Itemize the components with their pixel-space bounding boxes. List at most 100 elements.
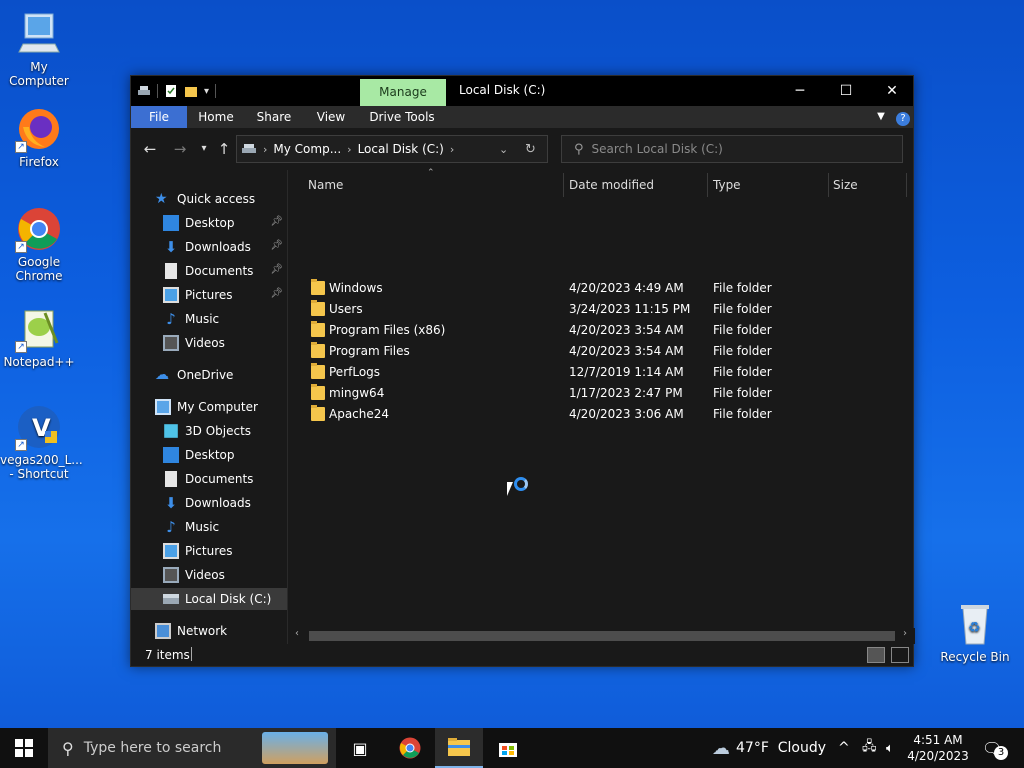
search-box[interactable]: ⚲ (561, 135, 903, 163)
chevron-right-icon[interactable]: › (263, 143, 267, 156)
taskbar-search[interactable]: ⚲ Type here to search (48, 728, 336, 768)
help-icon[interactable]: ? (895, 106, 911, 128)
minimize-button[interactable]: ─ (777, 76, 823, 106)
file-row[interactable]: mingw64 1/17/2023 2:47 PM File folder (303, 383, 907, 404)
nav-label: Desktop (185, 448, 235, 462)
tab-home[interactable]: Home (193, 106, 239, 128)
chevron-right-icon[interactable]: › (347, 143, 351, 156)
nav-onedrive[interactable]: ☁ OneDrive (131, 364, 287, 386)
recent-locations-icon[interactable]: ▾ (195, 140, 213, 158)
close-icon: ✕ (886, 83, 898, 99)
chevron-right-icon[interactable]: › (450, 143, 454, 156)
pane-divider[interactable] (287, 170, 288, 644)
column-divider[interactable] (906, 173, 907, 197)
maximize-button[interactable]: ☐ (823, 76, 869, 106)
up-arrow-icon[interactable]: ↑ (215, 140, 233, 158)
new-folder-icon[interactable] (184, 84, 198, 98)
pin-icon[interactable]: 📌︎ (270, 288, 283, 299)
taskbar-chrome[interactable] (386, 728, 434, 768)
tab-file[interactable]: File (131, 106, 187, 128)
nav-quick-videos[interactable]: Videos (131, 332, 287, 354)
large-icons-view-icon[interactable] (891, 647, 909, 663)
desktop-icon-firefox[interactable]: ↗ Firefox (0, 105, 78, 169)
file-name: Windows (329, 281, 383, 295)
desktop-icon-chrome[interactable]: ↗ Google Chrome (0, 205, 78, 283)
desktop-icon-label: Recycle Bin (940, 650, 1010, 664)
address-bar[interactable]: › My Comp... › Local Disk (C:) › ⌄ ↻ (236, 135, 548, 163)
pictures-icon (163, 287, 179, 303)
column-divider[interactable] (563, 173, 564, 197)
pin-icon[interactable]: 📌︎ (270, 216, 283, 227)
column-header-date[interactable]: Date modified (569, 170, 704, 200)
nav-quick-music[interactable]: ♪ Music (131, 308, 287, 330)
column-divider[interactable] (828, 173, 829, 197)
forward-arrow-icon[interactable]: → (171, 140, 189, 158)
breadcrumb-my-computer[interactable]: My Comp... (273, 142, 341, 156)
nav-downloads[interactable]: ⬇ Downloads (131, 492, 287, 514)
task-view-icon: ▣ (352, 738, 368, 758)
scroll-right-icon[interactable]: › (903, 628, 907, 639)
file-row[interactable]: Apache24 4/20/2023 3:06 AM File folder (303, 404, 907, 425)
shortcut-arrow-icon: ↗ (15, 141, 27, 153)
nav-3d-objects[interactable]: 3D Objects (131, 420, 287, 442)
desktop-icon-my-computer[interactable]: My Computer (0, 10, 78, 88)
network-tray[interactable]: 🖧︎ (862, 728, 877, 768)
nav-music[interactable]: ♪ Music (131, 516, 287, 538)
nav-quick-downloads[interactable]: ⬇ Downloads 📌︎ (131, 236, 287, 258)
horizontal-scrollbar[interactable]: ‹ › (291, 628, 915, 644)
file-row[interactable]: Windows 4/20/2023 4:49 AM File folder (303, 278, 907, 299)
nav-pictures[interactable]: Pictures (131, 540, 287, 562)
tab-share[interactable]: Share (251, 106, 297, 128)
nav-quick-desktop[interactable]: Desktop 📌︎ (131, 212, 287, 234)
tab-view[interactable]: View (309, 106, 353, 128)
back-arrow-icon[interactable]: ← (141, 140, 159, 158)
nav-network[interactable]: Network (131, 620, 287, 642)
nav-label: Downloads (185, 496, 251, 510)
nav-quick-documents[interactable]: Documents 📌︎ (131, 260, 287, 282)
column-divider[interactable] (707, 173, 708, 197)
pin-icon[interactable]: 📌︎ (270, 264, 283, 275)
clock[interactable]: 4:51 AM 4/20/2023 (907, 728, 969, 768)
desktop-icon-recycle-bin[interactable]: ♻ Recycle Bin (936, 600, 1014, 664)
videos-icon (163, 567, 179, 583)
search-input[interactable] (591, 142, 872, 156)
desktop-icon-vegas[interactable]: V ↗ vegas200_L... - Shortcut (0, 403, 83, 481)
close-button[interactable]: ✕ (869, 76, 915, 106)
taskbar-file-explorer[interactable] (435, 728, 483, 768)
tab-manage[interactable]: Manage (360, 79, 446, 106)
column-header-size[interactable]: Size (833, 170, 903, 200)
desktop-icon-notepadpp[interactable]: ↗ Notepad++ (0, 305, 78, 369)
address-dropdown-icon[interactable]: ⌄ (499, 143, 508, 156)
nav-videos[interactable]: Videos (131, 564, 287, 586)
nav-quick-access[interactable]: ★ Quick access (131, 188, 287, 210)
nav-desktop[interactable]: Desktop (131, 444, 287, 466)
nav-documents[interactable]: Documents (131, 468, 287, 490)
show-hidden-icons[interactable]: ^ (838, 728, 850, 768)
customize-qat-icon[interactable]: ▾ (204, 86, 209, 97)
breadcrumb-local-disk[interactable]: Local Disk (C:) (358, 142, 444, 156)
start-button[interactable] (0, 728, 48, 768)
tab-drive-tools[interactable]: Drive Tools (365, 106, 439, 128)
file-row[interactable]: PerfLogs 12/7/2019 1:14 AM File folder (303, 362, 907, 383)
videos-icon (163, 335, 179, 351)
properties-icon[interactable] (164, 84, 178, 98)
refresh-icon[interactable]: ↻ (525, 142, 536, 157)
nav-local-disk[interactable]: Local Disk (C:) (131, 588, 287, 610)
pin-icon[interactable]: 📌︎ (270, 240, 283, 251)
file-row[interactable]: Program Files 4/20/2023 3:54 AM File fol… (303, 341, 907, 362)
volume-tray[interactable]: 🔈︎ (886, 728, 894, 768)
column-header-type[interactable]: Type (713, 170, 828, 200)
file-row[interactable]: Program Files (x86) 4/20/2023 3:54 AM Fi… (303, 320, 907, 341)
nav-my-computer[interactable]: My Computer (131, 396, 287, 418)
details-view-icon[interactable] (867, 647, 885, 663)
file-row[interactable]: Users 3/24/2023 11:15 PM File folder (303, 299, 907, 320)
scrollbar-thumb[interactable] (309, 631, 895, 641)
weather-widget[interactable]: ☁ 47°F Cloudy (712, 728, 826, 768)
scroll-left-icon[interactable]: ‹ (295, 628, 299, 639)
taskbar-store[interactable] (484, 728, 532, 768)
task-view-button[interactable]: ▣ (336, 728, 384, 768)
search-highlight-icon (262, 732, 328, 764)
expand-ribbon-icon[interactable]: ▼ (873, 106, 889, 128)
nav-quick-pictures[interactable]: Pictures 📌︎ (131, 284, 287, 306)
action-center[interactable]: 🗨︎ 3 (982, 728, 1008, 768)
